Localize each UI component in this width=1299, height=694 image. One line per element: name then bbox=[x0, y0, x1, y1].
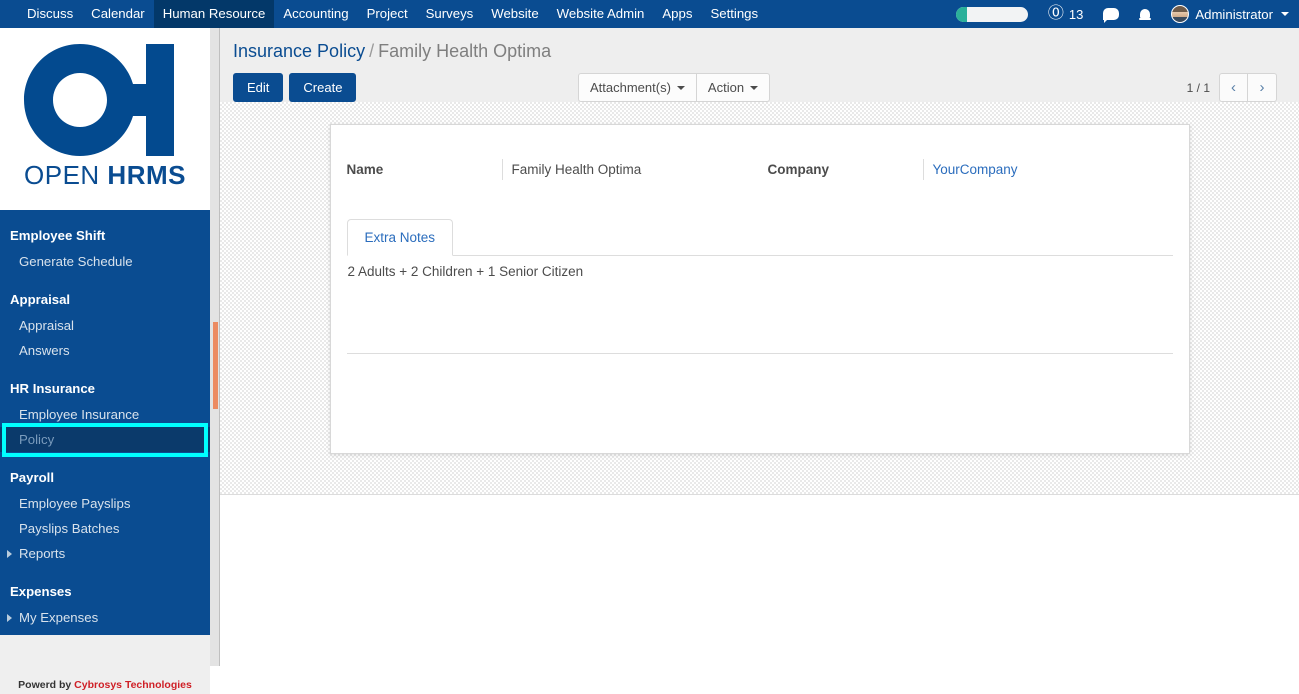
breadcrumb-current: Family Health Optima bbox=[378, 41, 552, 61]
notifications-button[interactable] bbox=[1139, 8, 1152, 20]
page-bottom-blank bbox=[220, 494, 1299, 666]
mentions-count: 13 bbox=[1068, 6, 1084, 22]
chevron-right-icon bbox=[7, 613, 12, 622]
sidebar-item-employee-insurance[interactable]: Employee Insurance bbox=[0, 402, 210, 427]
top-navbar: Discuss Calendar Human Resource Accounti… bbox=[0, 0, 1299, 28]
chevron-right-icon bbox=[7, 549, 12, 558]
tab-extra-notes[interactable]: Extra Notes bbox=[346, 219, 454, 256]
powered-by-brand: Cybrosys Technologies bbox=[74, 679, 192, 691]
brand-text: OPEN HRMS bbox=[24, 160, 186, 191]
powered-by-text: Powerd by Cybrosys Technologies bbox=[18, 679, 192, 691]
pager-count: 1 / 1 bbox=[1186, 80, 1210, 95]
user-menu[interactable]: Administrator bbox=[1171, 5, 1289, 23]
edit-button[interactable]: Edit bbox=[233, 73, 284, 102]
sidebar-section-appraisal: Appraisal bbox=[10, 292, 71, 307]
powered-by-prefix: Powerd by bbox=[18, 679, 75, 691]
sidebar-item-employee-payslips[interactable]: Employee Payslips bbox=[0, 491, 210, 516]
sidebar-item-label: Reports bbox=[19, 546, 66, 561]
chevron-right-icon: › bbox=[1259, 79, 1265, 96]
sheet-separator bbox=[346, 353, 1173, 354]
user-name: Administrator bbox=[1195, 6, 1273, 22]
action-dropdown[interactable]: Action bbox=[696, 73, 771, 102]
systray-progress-bar[interactable] bbox=[955, 6, 1028, 22]
action-button-group: Attachment(s) Action bbox=[578, 73, 771, 102]
sidebar-item-reports[interactable]: Reports bbox=[0, 541, 210, 566]
nav-item-project[interactable]: Project bbox=[358, 0, 417, 28]
sidebar-scrollbar-thumb[interactable] bbox=[213, 322, 218, 409]
chevron-down-icon bbox=[676, 85, 685, 90]
sidebar-item-label: My Expenses bbox=[19, 610, 99, 625]
avatar bbox=[1171, 5, 1190, 23]
field-company: Company YourCompany bbox=[768, 159, 1173, 180]
sidebar-footer: Powerd by Cybrosys Technologies bbox=[0, 635, 210, 694]
sidebar-section-employee-shift: Employee Shift bbox=[10, 228, 106, 243]
name-label: Name bbox=[346, 162, 384, 177]
chat-bubble-icon bbox=[1103, 8, 1120, 23]
form-view-background: Name Family Health Optima Company YourCo… bbox=[220, 102, 1299, 494]
menu-spacer bbox=[0, 274, 210, 286]
sidebar: OPEN HRMS Employee Shift Generate Schedu… bbox=[0, 28, 210, 694]
messages-button[interactable] bbox=[1103, 8, 1120, 23]
chevron-left-icon: ‹ bbox=[1231, 79, 1236, 96]
brand-text-open: OPEN bbox=[24, 160, 100, 190]
brand-logo[interactable]: OPEN HRMS bbox=[0, 28, 210, 210]
bell-icon bbox=[1139, 8, 1152, 20]
sidebar-item-generate-schedule[interactable]: Generate Schedule bbox=[0, 249, 210, 274]
sidebar-menu: Employee Shift Generate Schedule Apprais… bbox=[0, 210, 210, 635]
breadcrumb-separator: / bbox=[369, 41, 375, 61]
control-panel: Insurance Policy / Family Health Optima Ed… bbox=[220, 28, 1299, 102]
nav-item-calendar[interactable]: Calendar bbox=[82, 0, 154, 28]
control-panel-buttons: Edit Create Attachment(s) Action 1 / 1 ‹ bbox=[233, 73, 1285, 102]
create-button[interactable]: Create bbox=[289, 73, 357, 102]
brand-text-hrms: HRMS bbox=[107, 160, 186, 190]
nav-item-settings[interactable]: Settings bbox=[701, 0, 767, 28]
progress-fill bbox=[955, 6, 967, 22]
breadcrumb: Insurance Policy / Family Health Optima bbox=[233, 42, 1285, 60]
breadcrumb-root[interactable]: Insurance Policy bbox=[233, 41, 365, 61]
company-label: Company bbox=[767, 162, 830, 177]
nav-item-human-resource[interactable]: Human Resource bbox=[153, 0, 275, 28]
open-hrms-key-logo bbox=[24, 44, 174, 156]
sidebar-item-answers[interactable]: Answers bbox=[0, 338, 210, 363]
name-value[interactable]: Family Health Optima bbox=[501, 159, 752, 180]
sidebar-section-hr-insurance: HR Insurance bbox=[10, 381, 96, 396]
menu-spacer bbox=[0, 566, 210, 578]
sidebar-item-my-expenses[interactable]: My Expenses bbox=[0, 605, 210, 630]
menu-spacer bbox=[0, 363, 210, 375]
pager-next-button[interactable]: › bbox=[1248, 73, 1277, 102]
at-sign-icon: ⓪ bbox=[1047, 5, 1064, 22]
sidebar-divider bbox=[219, 28, 220, 666]
nav-item-apps[interactable]: Apps bbox=[653, 0, 701, 28]
attachments-dropdown[interactable]: Attachment(s) bbox=[578, 73, 697, 102]
field-name: Name Family Health Optima bbox=[347, 159, 752, 180]
attachments-label: Attachment(s) bbox=[590, 80, 671, 95]
form-sheet: Name Family Health Optima Company YourCo… bbox=[329, 124, 1190, 454]
pager-previous-button[interactable]: ‹ bbox=[1219, 73, 1248, 102]
sidebar-section-expenses: Expenses bbox=[10, 584, 72, 599]
nav-item-website-admin[interactable]: Website Admin bbox=[548, 0, 654, 28]
systray: ⓪ 13 Administrator bbox=[955, 0, 1299, 28]
record-pager: 1 / 1 ‹ › bbox=[1187, 73, 1277, 102]
notebook: Extra Notes 2 Adults + 2 Children + 1 Se… bbox=[346, 219, 1173, 287]
extra-notes-content[interactable]: 2 Adults + 2 Children + 1 Senior Citizen bbox=[347, 256, 1173, 287]
notebook-tab-strip: Extra Notes bbox=[346, 219, 1173, 256]
action-label: Action bbox=[707, 80, 745, 95]
nav-item-discuss[interactable]: Discuss bbox=[18, 0, 82, 28]
sidebar-item-appraisal[interactable]: Appraisal bbox=[0, 313, 210, 338]
main-content: Insurance Policy / Family Health Optima Ed… bbox=[220, 28, 1299, 666]
nav-item-website[interactable]: Website bbox=[482, 0, 547, 28]
sidebar-section-payroll: Payroll bbox=[10, 470, 54, 485]
chevron-down-icon bbox=[750, 85, 759, 90]
app-menu: Discuss Calendar Human Resource Accounti… bbox=[0, 0, 767, 28]
mentions-indicator[interactable]: ⓪ 13 bbox=[1048, 6, 1083, 22]
menu-spacer bbox=[0, 452, 210, 464]
chevron-down-icon bbox=[1281, 12, 1289, 16]
nav-item-surveys[interactable]: Surveys bbox=[417, 0, 483, 28]
sidebar-item-policy[interactable]: Policy bbox=[0, 427, 210, 452]
company-value[interactable]: YourCompany bbox=[922, 159, 1173, 180]
nav-item-accounting[interactable]: Accounting bbox=[274, 0, 357, 28]
field-row-top: Name Family Health Optima Company YourCo… bbox=[347, 159, 1173, 180]
sidebar-item-payslips-batches[interactable]: Payslips Batches bbox=[0, 516, 210, 541]
